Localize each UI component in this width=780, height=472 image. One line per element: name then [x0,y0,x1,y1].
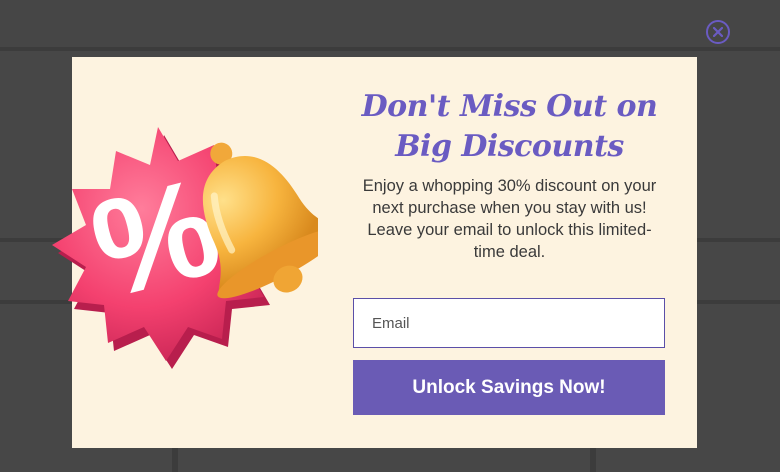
close-icon [713,27,723,37]
discount-popup: % Don't Miss Out on Big Discounts Enjoy … [52,57,697,448]
background-header-band [0,0,780,51]
email-field[interactable] [353,298,665,348]
popup-content: Don't Miss Out on Big Discounts Enjoy a … [352,87,667,263]
close-button[interactable] [706,20,730,44]
popup-headline: Don't Miss Out on Big Discounts [361,89,658,164]
background-divider [590,448,596,472]
background-divider [172,448,178,472]
unlock-savings-button[interactable]: Unlock Savings Now! [353,360,665,415]
popup-description: Enjoy a whopping 30% discount on your ne… [362,177,657,261]
percent-badge-bell-icon: % [52,127,318,369]
